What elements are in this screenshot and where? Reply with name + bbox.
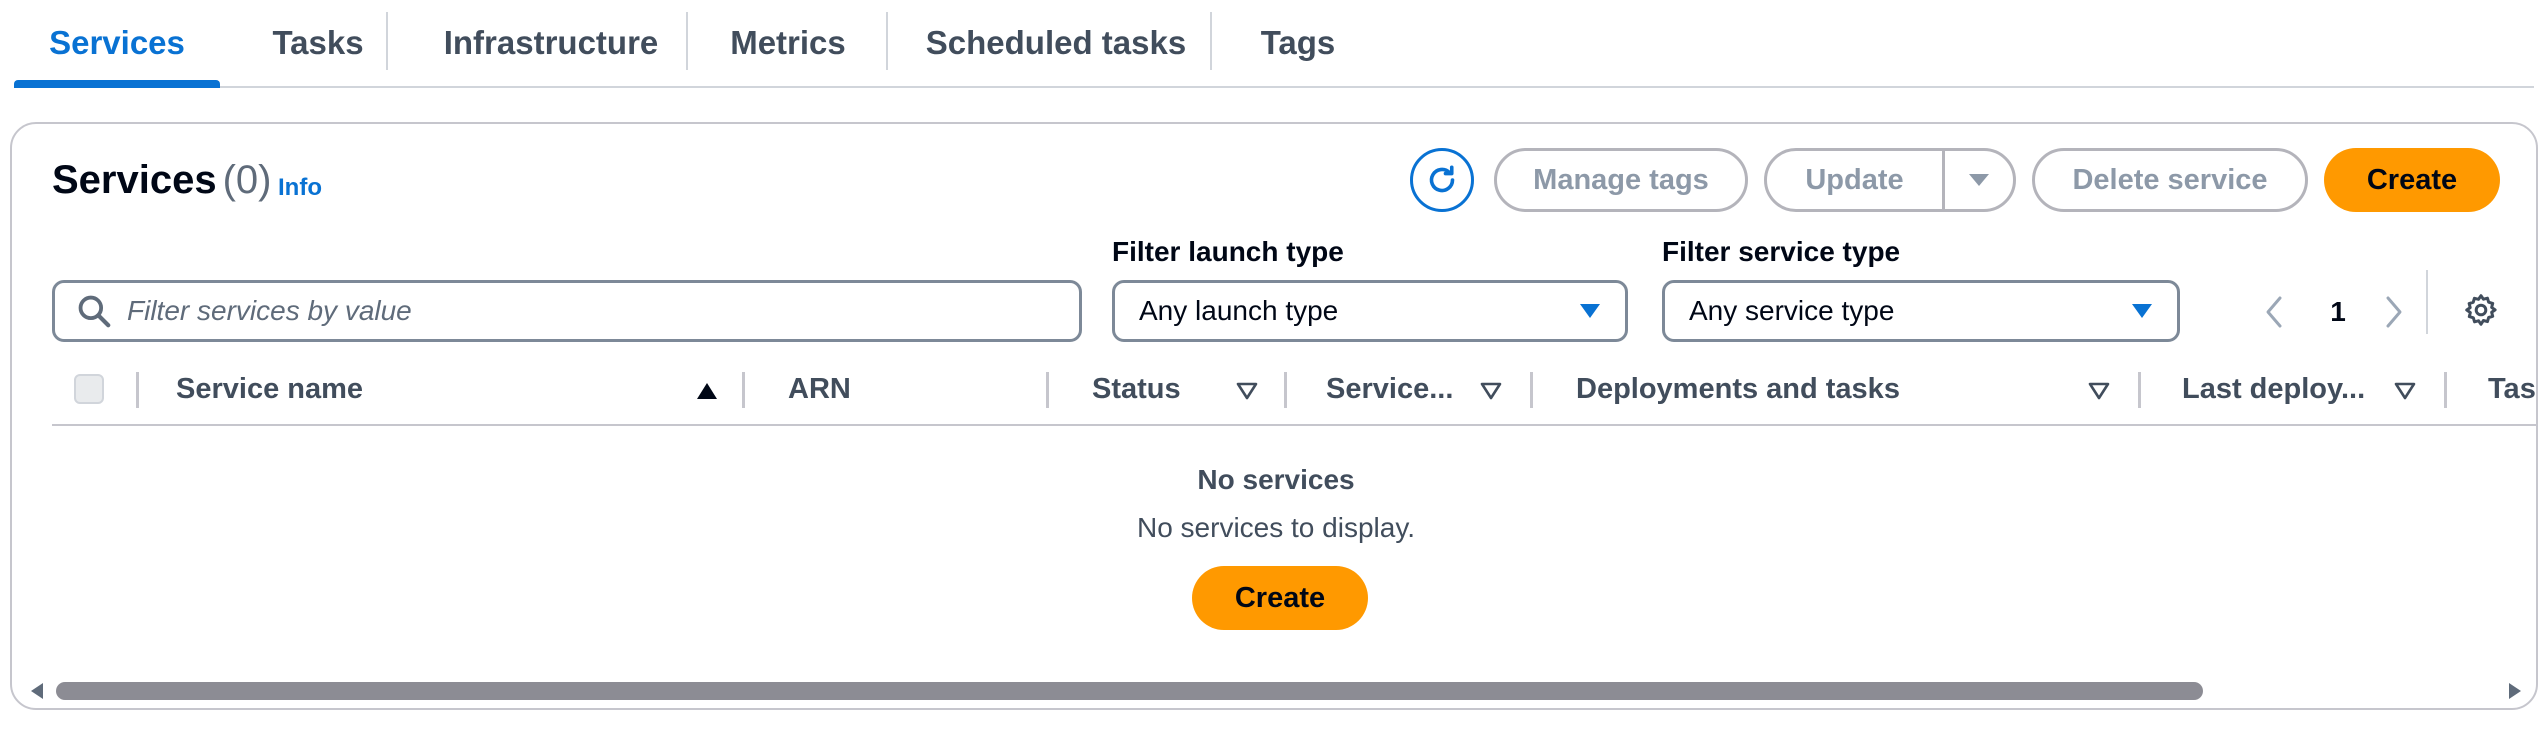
- launch-type-label: Filter launch type: [1112, 236, 1344, 267]
- column-resizer[interactable]: [1284, 372, 1287, 408]
- sort-ascending-icon[interactable]: [692, 376, 722, 406]
- sort-icon[interactable]: [1476, 376, 1506, 406]
- sort-icon[interactable]: [2084, 376, 2114, 406]
- scrollbar-thumb[interactable]: [56, 682, 2204, 700]
- tab-bar: Services Tasks Infrastructure Metrics Sc…: [14, 0, 2534, 88]
- caret-down-icon: [2132, 304, 2152, 318]
- update-dropdown-button[interactable]: [1945, 151, 2013, 209]
- search-icon: [78, 295, 111, 328]
- sort-icon[interactable]: [2390, 376, 2420, 406]
- previous-page-button[interactable]: [2254, 282, 2294, 342]
- column-deployments-and-tasks[interactable]: Deployments and tasks: [1576, 354, 1900, 424]
- update-button[interactable]: Update: [1767, 151, 1942, 209]
- service-type-select[interactable]: Any service type: [1662, 280, 2180, 342]
- table-header: Service name ARN Status Service... Deplo…: [52, 354, 2536, 426]
- scroll-left-arrow[interactable]: [26, 680, 48, 702]
- launch-type-select[interactable]: Any launch type: [1112, 280, 1628, 342]
- panel-title: Services (0): [52, 158, 271, 203]
- column-status[interactable]: Status: [1092, 354, 1181, 424]
- refresh-button[interactable]: [1410, 148, 1474, 212]
- next-page-button[interactable]: [2374, 282, 2414, 342]
- tab-metrics[interactable]: Metrics: [688, 0, 888, 86]
- column-service-type[interactable]: Service...: [1326, 354, 1453, 424]
- column-resizer[interactable]: [1046, 372, 1049, 408]
- tab-services[interactable]: Services: [14, 0, 220, 88]
- column-resizer[interactable]: [1530, 372, 1533, 408]
- column-last-deployment[interactable]: Last deploy...: [2182, 354, 2365, 424]
- column-resizer[interactable]: [2138, 372, 2141, 408]
- tab-tags[interactable]: Tags: [1212, 0, 1384, 86]
- empty-state-description: No services to display.: [1136, 512, 1416, 543]
- create-button[interactable]: Create: [2324, 148, 2500, 212]
- delete-service-button[interactable]: Delete service: [2032, 148, 2308, 212]
- column-task[interactable]: Task: [2488, 354, 2536, 424]
- chevron-right-icon: [2386, 296, 2402, 328]
- services-panel: Services (0) Info Manage tags Update Dele…: [10, 122, 2538, 710]
- preferences-button[interactable]: [2456, 282, 2506, 338]
- refresh-icon: [1429, 165, 1455, 193]
- tab-scheduled-tasks[interactable]: Scheduled tasks: [888, 0, 1224, 86]
- chevron-left-icon: [2266, 296, 2282, 328]
- search-input[interactable]: [127, 295, 1047, 327]
- scroll-right-arrow[interactable]: [2504, 680, 2526, 702]
- column-resizer[interactable]: [136, 372, 139, 408]
- info-link[interactable]: Info: [278, 174, 322, 202]
- caret-down-icon: [1580, 304, 1600, 318]
- column-resizer[interactable]: [742, 372, 745, 408]
- launch-type-value: Any launch type: [1139, 295, 1339, 326]
- horizontal-scrollbar[interactable]: [56, 682, 2496, 700]
- panel-title-text: Services: [52, 158, 217, 202]
- pagination-divider: [2426, 270, 2428, 334]
- column-service-name[interactable]: Service name: [176, 354, 363, 424]
- empty-state-title: No services: [1197, 464, 1355, 495]
- caret-down-icon: [1969, 174, 1989, 186]
- tab-infrastructure[interactable]: Infrastructure: [416, 0, 686, 86]
- triangle-right-icon: [2509, 683, 2521, 699]
- service-type-label: Filter service type: [1662, 236, 1901, 267]
- page-number[interactable]: 1: [2318, 282, 2358, 342]
- services-count: (0): [222, 158, 272, 202]
- gear-icon: [2465, 294, 2497, 326]
- select-all-checkbox[interactable]: [74, 374, 104, 404]
- update-split-button: Update: [1764, 148, 2016, 212]
- triangle-left-icon: [31, 683, 43, 699]
- search-field[interactable]: [52, 280, 1082, 342]
- column-resizer[interactable]: [2444, 372, 2447, 408]
- column-arn[interactable]: ARN: [788, 354, 851, 424]
- empty-state-create-button[interactable]: Create: [1192, 566, 1368, 630]
- tab-tasks[interactable]: Tasks: [220, 0, 416, 86]
- manage-tags-button[interactable]: Manage tags: [1494, 148, 1748, 212]
- service-type-value: Any service type: [1689, 295, 1895, 326]
- sort-icon[interactable]: [1232, 376, 1262, 406]
